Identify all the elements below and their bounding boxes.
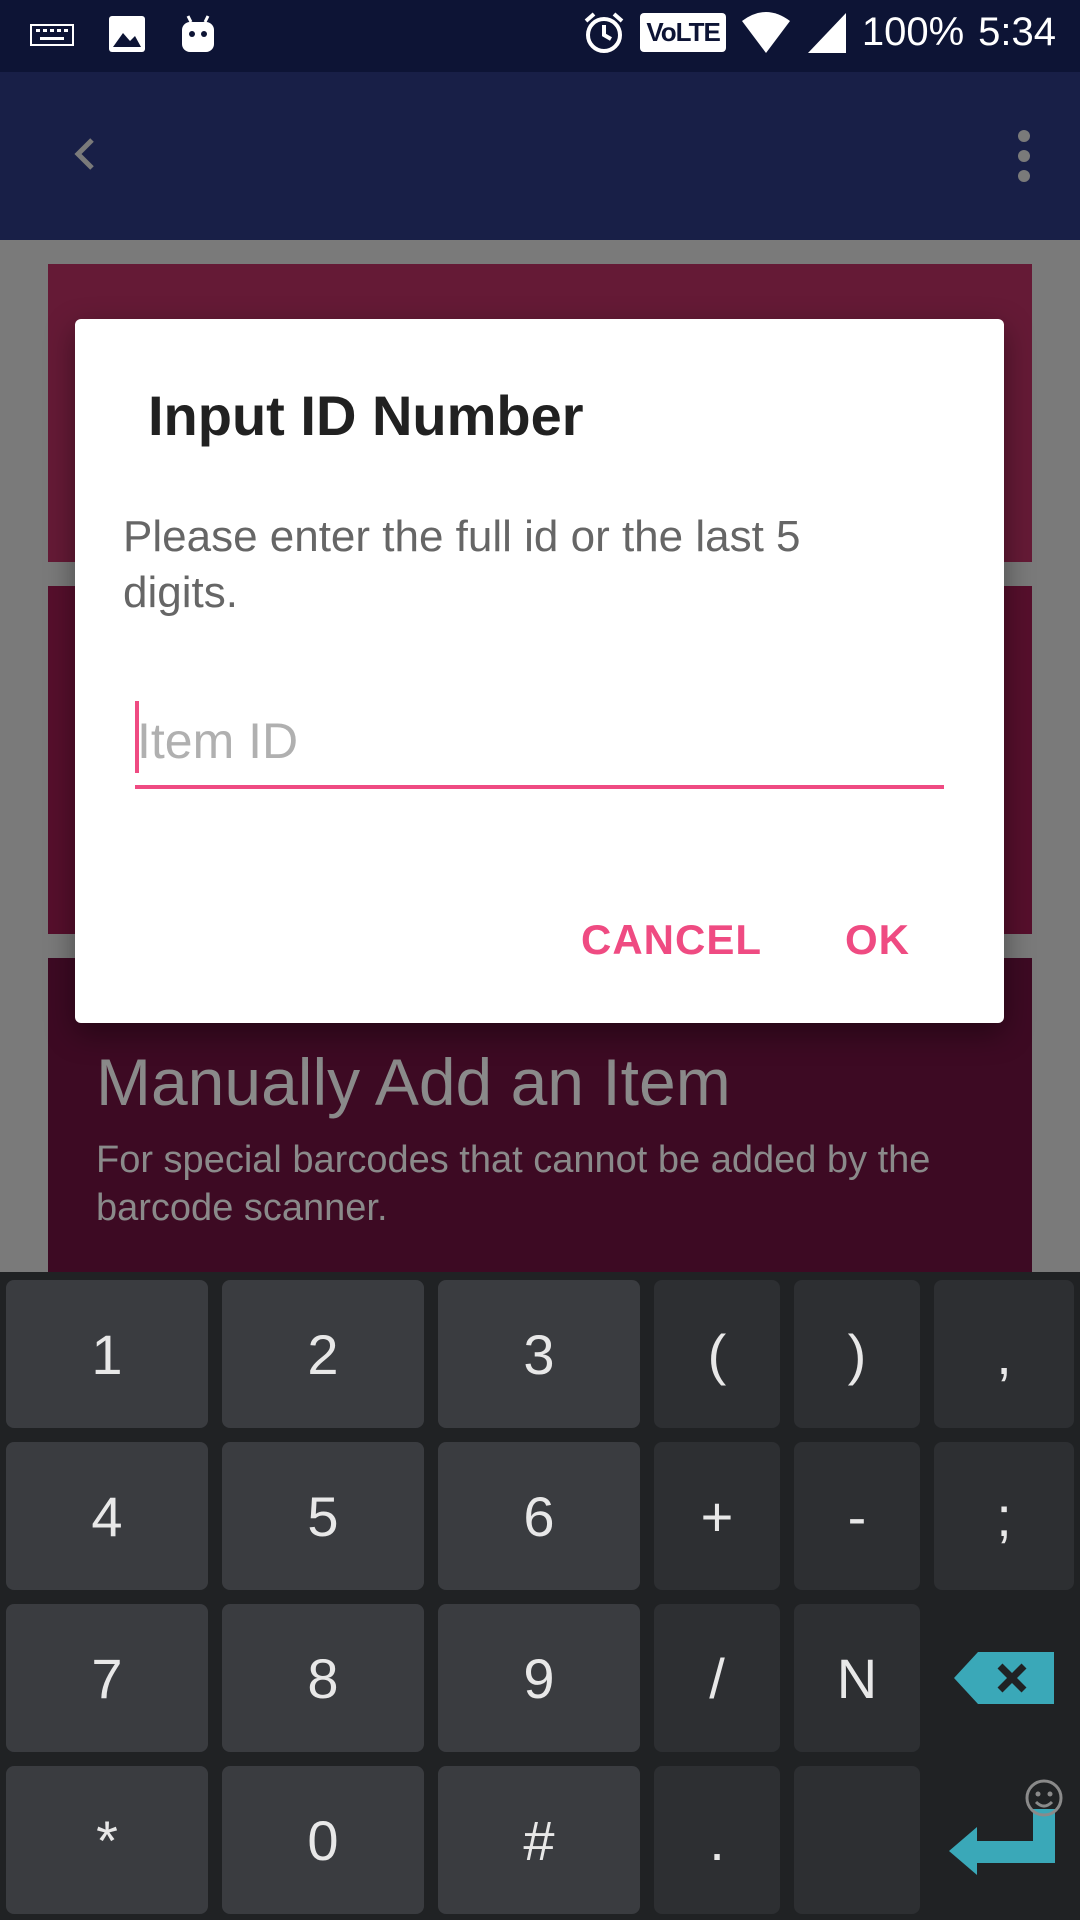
key-minus[interactable]: - <box>794 1442 920 1590</box>
key-4[interactable]: 4 <box>6 1442 208 1590</box>
key-7[interactable]: 7 <box>6 1604 208 1752</box>
emoji-icon[interactable] <box>1024 1778 1064 1818</box>
key-8[interactable]: 8 <box>222 1604 424 1752</box>
app-toolbar <box>0 72 1080 240</box>
more-options-icon[interactable] <box>1012 128 1036 184</box>
dialog-title: Input ID Number <box>148 384 584 447</box>
key-period[interactable]: . <box>654 1766 780 1914</box>
item-id-input[interactable] <box>137 701 937 781</box>
ok-button[interactable]: OK <box>845 916 910 964</box>
key-6[interactable]: 6 <box>438 1442 640 1590</box>
key-plus[interactable]: + <box>654 1442 780 1590</box>
back-arrow-icon[interactable] <box>62 130 110 178</box>
key-2[interactable]: 2 <box>222 1280 424 1428</box>
key-asterisk[interactable]: * <box>6 1766 208 1914</box>
key-3[interactable]: 3 <box>438 1280 640 1428</box>
manual-add-subtitle: For special barcodes that cannot be adde… <box>96 1139 931 1229</box>
signal-icon <box>807 12 846 53</box>
key-hash[interactable]: # <box>438 1766 640 1914</box>
key-open-paren[interactable]: ( <box>654 1280 780 1428</box>
image-icon <box>109 16 145 52</box>
key-blank[interactable] <box>794 1766 920 1914</box>
keyboard-icon <box>30 24 74 46</box>
key-n[interactable]: N <box>794 1604 920 1752</box>
android-icon <box>182 15 214 52</box>
key-slash[interactable]: / <box>654 1604 780 1752</box>
alarm-icon <box>585 11 624 53</box>
input-id-dialog: Input ID Number Please enter the full id… <box>75 319 1004 1023</box>
backspace-icon <box>954 1652 1054 1704</box>
key-1[interactable]: 1 <box>6 1280 208 1428</box>
key-0[interactable]: 0 <box>222 1766 424 1914</box>
cancel-button[interactable]: CANCEL <box>581 916 762 964</box>
item-id-field[interactable] <box>135 701 944 789</box>
status-bar: VoLTE 100% 5:34 <box>0 0 1080 72</box>
dialog-message: Please enter the full id or the last 5 d… <box>123 512 801 617</box>
numeric-keyboard: 1 2 3 ( ) , 4 5 6 + - ; 7 8 9 / N * 0 # … <box>0 1272 1080 1920</box>
key-9[interactable]: 9 <box>438 1604 640 1752</box>
key-5[interactable]: 5 <box>222 1442 424 1590</box>
backspace-key[interactable] <box>934 1604 1074 1752</box>
battery-level: 100% <box>861 10 965 54</box>
key-comma[interactable]: , <box>934 1280 1074 1428</box>
manual-add-title: Manually Add an Item <box>96 1045 731 1119</box>
wifi-icon <box>741 11 790 53</box>
clock: 5:34 <box>978 10 1056 54</box>
volte-badge: VoLTE <box>640 13 726 52</box>
key-semicolon[interactable]: ; <box>934 1442 1074 1590</box>
key-close-paren[interactable]: ) <box>794 1280 920 1428</box>
